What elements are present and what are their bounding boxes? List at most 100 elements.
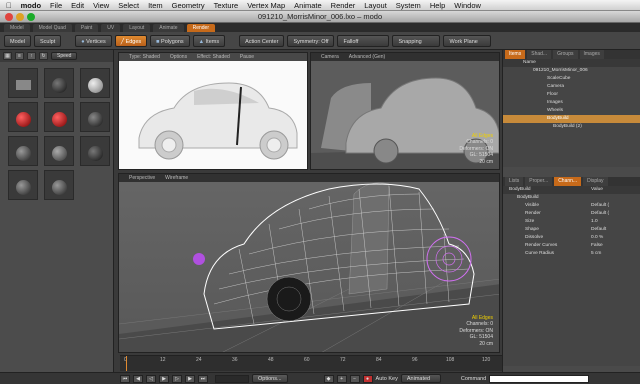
frame-field[interactable] xyxy=(215,374,249,383)
refresh-icon[interactable]: ↻ xyxy=(39,52,48,60)
menu-system[interactable]: System xyxy=(396,1,421,10)
go-to-end-icon[interactable]: ⏭ xyxy=(198,374,208,383)
menu-help[interactable]: Help xyxy=(430,1,445,10)
key-minus-icon[interactable]: − xyxy=(349,374,360,383)
layout-tab-render[interactable]: Render xyxy=(186,23,215,32)
menu-window[interactable]: Window xyxy=(454,1,481,10)
up-arrow-icon[interactable]: ↑ xyxy=(27,52,36,60)
options-button[interactable]: Options... xyxy=(252,374,288,383)
preview-tab-type[interactable]: Type: Shaded xyxy=(129,54,160,60)
apple-icon[interactable]:  xyxy=(6,1,12,10)
symmetry-dropdown[interactable]: Symmetry: Off xyxy=(287,34,335,47)
grid-view-icon[interactable]: ▦ xyxy=(3,52,12,60)
preset-thumbnail[interactable] xyxy=(44,68,74,98)
camera-viewport[interactable]: Camera Advanced (Gen) All Edges Channels… xyxy=(310,52,500,170)
menu-render[interactable]: Render xyxy=(331,1,356,10)
menu-animate[interactable]: Animate xyxy=(294,1,322,10)
record-icon[interactable]: ● xyxy=(362,374,373,383)
menu-geometry[interactable]: Geometry xyxy=(172,1,205,10)
timeline[interactable]: 0 12 24 36 48 60 72 84 96 108 120 xyxy=(120,355,502,371)
tab-groups[interactable]: Groups xyxy=(553,50,578,59)
tab-shader-tree[interactable]: Shad... xyxy=(527,50,552,59)
key-icon[interactable]: ◆ xyxy=(323,374,334,383)
step-forward-icon[interactable]: ▷ xyxy=(172,374,182,383)
tab-channels[interactable]: Chann... xyxy=(554,177,582,186)
preset-thumbnail[interactable] xyxy=(8,170,38,200)
items-mode-button[interactable]: ▲ Items xyxy=(192,34,226,47)
minimize-window-button[interactable] xyxy=(16,13,24,21)
layout-tab-uv[interactable]: UV xyxy=(101,23,121,32)
edges-mode-button[interactable]: ╱ Edges xyxy=(114,34,148,47)
auto-key-label[interactable]: Auto Key xyxy=(376,376,398,382)
list-item[interactable]: Floor xyxy=(503,91,640,99)
key-plus-icon[interactable]: + xyxy=(336,374,347,383)
action-center-dropdown[interactable]: Action Center xyxy=(239,34,285,47)
channel-row[interactable]: Visible Default ( xyxy=(503,202,640,210)
play-icon[interactable]: ▶ xyxy=(159,374,169,383)
menu-app[interactable]: modo xyxy=(21,1,41,10)
menu-vertex-map[interactable]: Vertex Map xyxy=(247,1,285,10)
channel-row[interactable]: Render Curves False xyxy=(503,242,640,250)
preset-thumbnail[interactable] xyxy=(8,136,38,166)
channel-row[interactable]: Shape Default xyxy=(503,226,640,234)
layout-tab-animate[interactable]: Animate xyxy=(153,23,184,32)
falloff-dropdown[interactable]: Falloff xyxy=(337,34,390,47)
preset-thumbnail[interactable] xyxy=(80,102,110,132)
preview-tab-effect[interactable]: Effect: Shaded xyxy=(197,54,230,60)
command-input[interactable] xyxy=(489,374,590,383)
layout-tab-model[interactable]: Model xyxy=(4,23,30,32)
list-view-icon[interactable]: ≡ xyxy=(15,52,24,60)
preview-tab-options[interactable]: Options xyxy=(170,54,187,60)
previous-key-icon[interactable]: ◀ xyxy=(133,374,143,383)
animated-dropdown[interactable]: Animated xyxy=(400,374,441,383)
timeline-playhead[interactable] xyxy=(126,356,127,371)
speed-dropdown[interactable]: Speed xyxy=(51,52,78,60)
work-plane-dropdown[interactable]: Work Plane xyxy=(443,34,492,47)
preset-thumbnail[interactable] xyxy=(44,136,74,166)
list-item-selected[interactable]: BodyBuild xyxy=(503,115,640,123)
snapping-dropdown[interactable]: Snapping xyxy=(392,34,441,47)
layout-tab-layout[interactable]: Layout xyxy=(123,23,151,32)
polygons-mode-button[interactable]: ■ Polygons xyxy=(150,34,190,47)
preset-thumbnail[interactable] xyxy=(44,170,74,200)
tab-images[interactable]: Images xyxy=(579,50,604,59)
vertices-mode-button[interactable]: ● Vertices xyxy=(75,34,112,47)
list-item[interactable]: Images xyxy=(503,99,640,107)
list-item[interactable]: BodyBuild (2) xyxy=(503,123,640,131)
preset-thumbnail[interactable] xyxy=(44,102,74,132)
list-item[interactable]: Camera xyxy=(503,83,640,91)
go-to-start-icon[interactable]: ⏮ xyxy=(120,374,130,383)
tab-properties[interactable]: Proper... xyxy=(525,177,553,186)
channel-row[interactable]: Dissolve 0.0 % xyxy=(503,234,640,242)
menu-file[interactable]: File xyxy=(50,1,62,10)
menu-view[interactable]: View xyxy=(93,1,109,10)
menu-item[interactable]: Item xyxy=(148,1,163,10)
tab-items[interactable]: Items xyxy=(505,50,526,59)
list-item[interactable]: Wheels xyxy=(503,107,640,115)
channel-row[interactable]: Render Default ( xyxy=(503,210,640,218)
layout-tab-model-quad[interactable]: Model Quad xyxy=(32,23,72,32)
preset-thumbnail[interactable] xyxy=(8,102,38,132)
menu-edit[interactable]: Edit xyxy=(71,1,84,10)
preset-thumbnail[interactable] xyxy=(80,68,110,98)
menu-select[interactable]: Select xyxy=(118,1,139,10)
list-item[interactable]: 091210_MorrisMinor_006 xyxy=(503,67,640,75)
close-window-button[interactable] xyxy=(5,13,13,21)
zoom-window-button[interactable] xyxy=(27,13,35,21)
list-item[interactable]: ScaleCube xyxy=(503,75,640,83)
layout-tab-paint[interactable]: Paint xyxy=(74,23,99,32)
render-preview-viewport[interactable]: Type: Shaded Options Effect: Shaded Paus… xyxy=(118,52,308,170)
next-key-icon[interactable]: ▶ xyxy=(185,374,195,383)
tab-display[interactable]: Display xyxy=(583,177,608,186)
channel-row[interactable]: Size 1.0 xyxy=(503,218,640,226)
menu-texture[interactable]: Texture xyxy=(214,1,239,10)
preset-thumbnail[interactable] xyxy=(80,136,110,166)
channel-row[interactable]: Curve Radius 5 cm xyxy=(503,250,640,258)
step-back-icon[interactable]: ◁ xyxy=(146,374,156,383)
preview-tab-pause[interactable]: Pause xyxy=(240,54,254,60)
menu-layout[interactable]: Layout xyxy=(364,1,387,10)
model-mode-button[interactable]: Model xyxy=(4,34,31,47)
sculpt-mode-button[interactable]: Sculpt xyxy=(33,34,62,47)
tab-lists[interactable]: Lists xyxy=(505,177,524,186)
preset-thumbnail[interactable] xyxy=(8,68,38,98)
